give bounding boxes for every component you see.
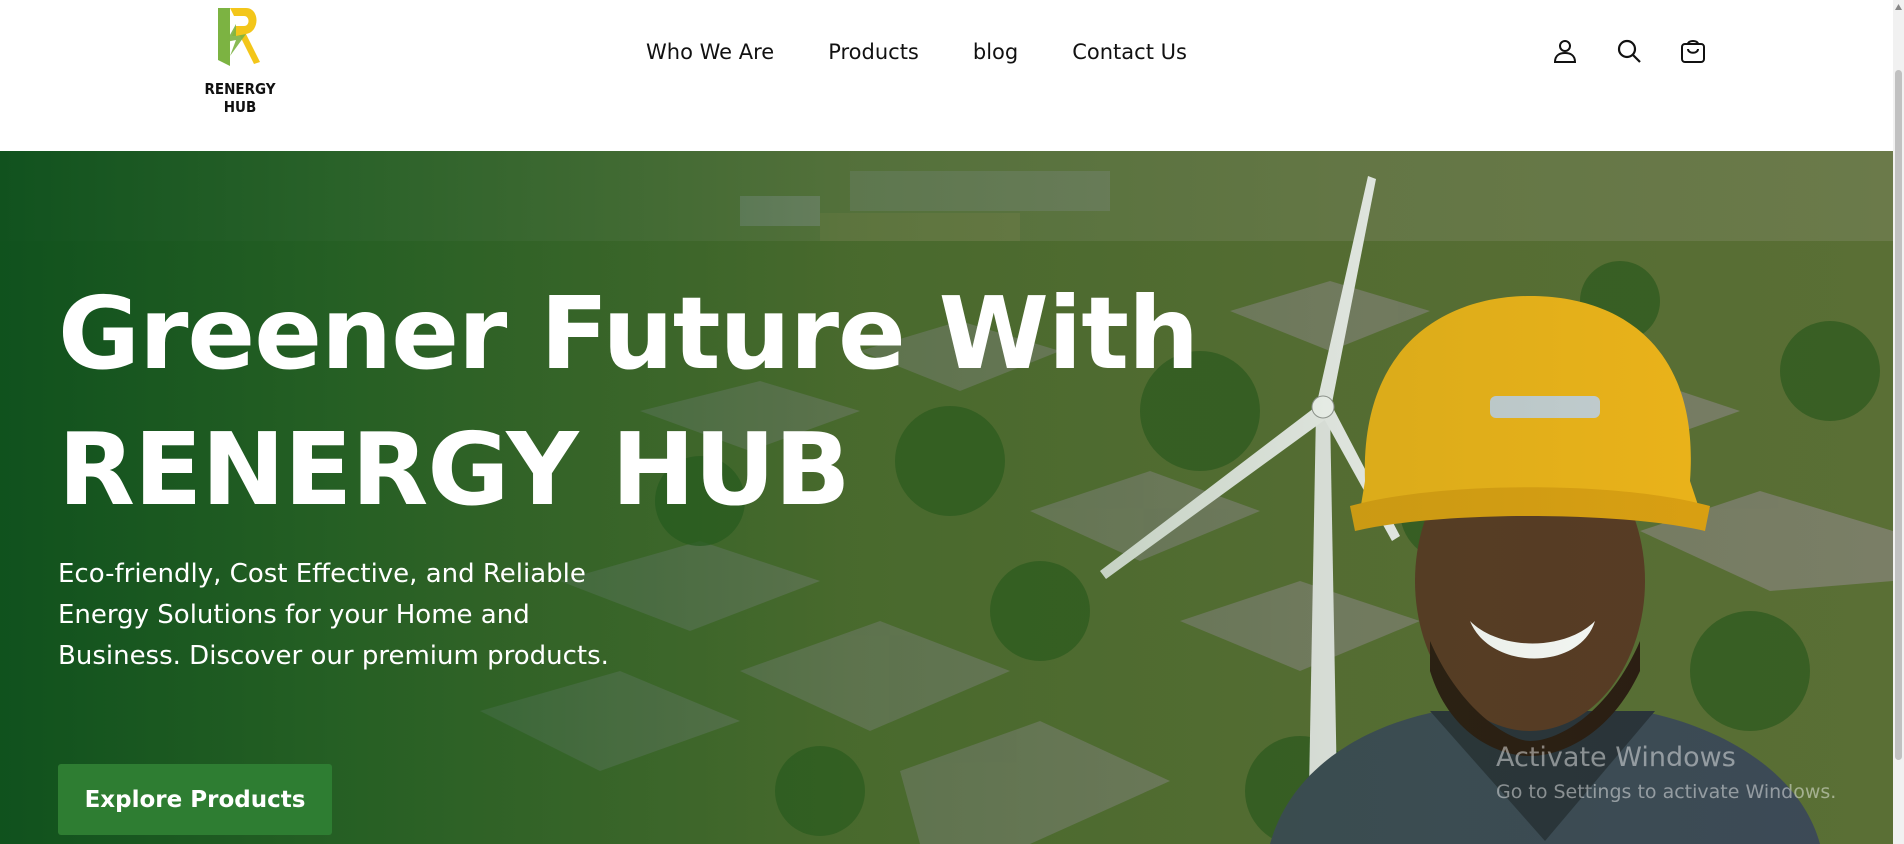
logo-text: RENERGY HUB bbox=[204, 80, 276, 116]
page-scrollbar[interactable] bbox=[1893, 0, 1904, 844]
nav-products[interactable]: Products bbox=[828, 36, 919, 68]
explore-products-button[interactable]: Explore Products bbox=[58, 764, 332, 835]
hero-section: Greener Future With RENERGY HUB Eco-frie… bbox=[0, 151, 1893, 844]
hero-title-line2: RENERGY HUB bbox=[58, 411, 851, 528]
windows-activation-watermark: Activate Windows Go to Settings to activ… bbox=[1496, 741, 1836, 805]
page: RENERGY HUB Who We Are Products blog Con… bbox=[0, 0, 1893, 844]
watermark-subtitle: Go to Settings to activate Windows. bbox=[1496, 781, 1837, 803]
hero-subtitle: Eco-friendly, Cost Effective, and Reliab… bbox=[58, 559, 609, 671]
site-logo[interactable]: RENERGY HUB bbox=[186, 6, 294, 116]
watermark-title: Activate Windows bbox=[1496, 742, 1736, 773]
hero-title-line1: Greener Future With bbox=[58, 275, 1199, 392]
search-icon[interactable] bbox=[1616, 38, 1642, 64]
scrollbar-thumb[interactable] bbox=[1895, 70, 1902, 760]
header-actions bbox=[1552, 38, 1706, 64]
scroll-up-arrow-icon[interactable] bbox=[1893, 0, 1904, 14]
cart-icon[interactable] bbox=[1680, 38, 1706, 64]
nav-who-we-are[interactable]: Who We Are bbox=[646, 36, 774, 68]
hero-title: Greener Future With RENERGY HUB bbox=[58, 266, 1199, 538]
nav-blog[interactable]: blog bbox=[973, 36, 1018, 68]
user-icon[interactable] bbox=[1552, 38, 1578, 64]
main-nav: Who We Are Products blog Contact Us bbox=[646, 36, 1187, 68]
site-header: RENERGY HUB Who We Are Products blog Con… bbox=[0, 0, 1893, 151]
nav-contact-us[interactable]: Contact Us bbox=[1072, 36, 1187, 68]
renergy-logo-icon bbox=[218, 8, 260, 66]
